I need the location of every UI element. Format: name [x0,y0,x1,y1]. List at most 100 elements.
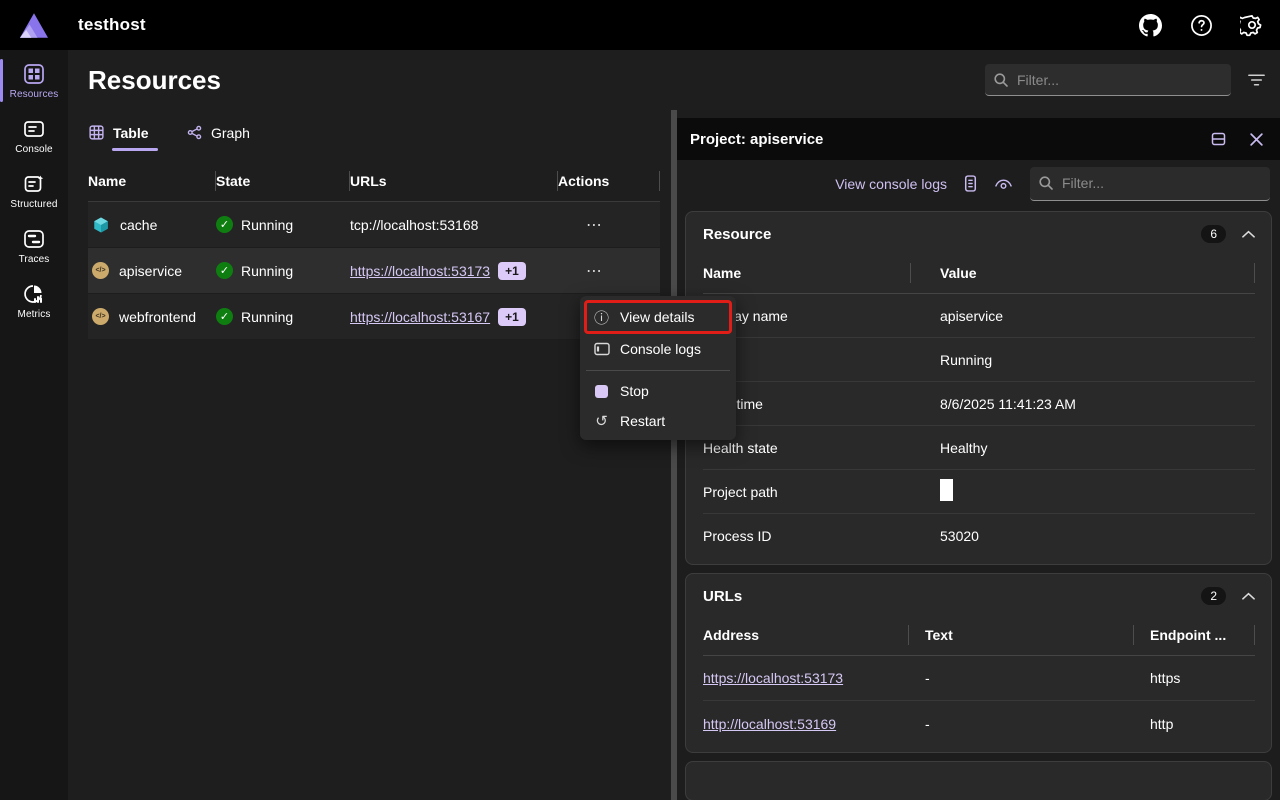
running-check-icon: ✓ [216,308,233,325]
github-icon[interactable] [1138,13,1162,37]
eye-icon[interactable] [994,177,1013,191]
property-name: Health state [703,440,927,456]
menu-item-stop[interactable]: Stop [584,376,732,406]
more-urls-badge[interactable]: +1 [498,308,526,326]
menu-item-view-details[interactable]: ⓘView details [584,300,732,334]
details-filter-input[interactable] [1062,175,1262,191]
details-toolbar: View console logs [677,160,1280,207]
property-row: Process ID 53020 [703,514,1255,558]
url-address-link[interactable]: https://localhost:53173 [703,670,843,686]
view-console-logs-link[interactable]: View console logs [835,176,947,192]
split-panel-icon[interactable] [1210,131,1227,147]
resources-pane: Table Graph Name State URLs Actions cache… [68,110,671,800]
resource-url-link[interactable]: https://localhost:53173 [350,263,490,279]
metrics-icon [22,282,46,306]
sidebar-item-structured[interactable]: Structured [0,166,68,215]
project-code-icon: </> [92,308,109,325]
col-name: Name [88,160,216,201]
resources-table-header: Name State URLs Actions [88,160,660,202]
table-grid-icon [88,124,105,141]
masked-value-block [940,479,953,501]
resource-state: Running [241,263,293,279]
search-icon [993,72,1009,88]
urls-section: URLs 2 Address Text Endpoint ... https:/… [685,573,1272,753]
resource-table-header: Name Value [703,252,1255,294]
document-icon[interactable] [964,175,977,192]
resource-name: webfrontend [119,309,196,325]
chevron-up-icon[interactable] [1242,592,1255,600]
resources-table: Name State URLs Actions cache ✓ Running … [88,160,660,340]
details-filter[interactable] [1030,167,1270,201]
resource-name: cache [120,217,157,233]
details-panel: Project: apiservice View console logs R [677,110,1280,800]
resource-name: apiservice [119,263,182,279]
urls-section-title: URLs [703,588,742,605]
structured-logs-icon [22,172,46,196]
help-icon[interactable] [1189,13,1213,37]
property-name: State [703,352,927,368]
property-name: Project path [703,484,927,500]
property-value: 53020 [940,528,979,544]
sidebar-item-metrics[interactable]: Metrics [0,276,68,325]
url-endpoint: http [1150,716,1255,732]
aspire-logo [0,13,68,38]
url-row: https://localhost:53173 -https [703,656,1255,701]
property-value: apiservice [940,308,1003,324]
filter-funnel-icon[interactable] [1247,72,1266,88]
console-logs-icon [594,342,610,356]
table-row-apiservice[interactable]: </> apiservice ✓ Running https://localho… [88,248,660,294]
col-actions: Actions [558,160,660,201]
url-endpoint: https [1150,670,1255,686]
info-icon: ⓘ [594,307,609,328]
next-section-sliver [685,761,1272,800]
url-text: - [925,670,1150,686]
console-icon [22,117,46,141]
property-name: Process ID [703,528,927,544]
more-urls-badge[interactable]: +1 [498,262,526,280]
search-icon [1038,175,1054,191]
resource-url-link[interactable]: https://localhost:53167 [350,309,490,325]
resources-filter[interactable] [985,64,1231,96]
details-panel-header: Project: apiservice [677,118,1280,160]
property-row: StateRunning [703,338,1255,382]
sidebar-item-resources[interactable]: Resources [0,56,68,105]
resource-state: Running [241,309,293,325]
page-header: Resources [68,50,1280,110]
property-row: Project path [703,470,1255,514]
resource-section-title: Resource [703,226,771,243]
topbar: testhost [0,0,1280,50]
property-name: Start time [703,396,927,412]
stop-icon [595,385,608,398]
table-row-webfrontend[interactable]: </> webfrontend ✓ Running https://localh… [88,294,660,340]
table-row-cache[interactable]: cache ✓ Running tcp://localhost:53168 ⋯ [88,202,660,248]
property-name: Display name [703,308,927,324]
running-check-icon: ✓ [216,262,233,279]
resources-filter-input[interactable] [1017,72,1223,88]
resource-state: Running [241,217,293,233]
url-row: http://localhost:53169 -http [703,701,1255,746]
chevron-up-icon[interactable] [1242,230,1255,238]
resource-url-text: tcp://localhost:53168 [350,217,478,233]
tab-graph[interactable]: Graph [186,124,256,151]
url-text: - [925,716,1150,732]
grid-icon [22,62,46,86]
tab-table[interactable]: Table [88,124,158,151]
close-icon[interactable] [1249,132,1264,147]
urls-count-badge: 2 [1201,587,1226,605]
sidebar-item-traces[interactable]: Traces [0,221,68,270]
menu-item-restart[interactable]: ↺Restart [584,406,732,436]
row-context-menu: ⓘView detailsConsole logs Stop↺Restart [580,296,736,440]
sidebar-item-console[interactable]: Console [0,111,68,160]
row-actions-button[interactable]: ⋯ [558,215,660,235]
row-actions-button[interactable]: ⋯ [558,261,660,281]
restart-icon: ↺ [595,412,608,430]
url-address-link[interactable]: http://localhost:53169 [703,716,836,732]
details-panel-title: Project: apiservice [690,131,823,148]
menu-item-console-logs[interactable]: Console logs [584,334,732,364]
page-title: Resources [88,65,221,96]
property-value: 8/6/2025 11:41:23 AM [940,396,1076,412]
property-row: Start time 8/6/2025 11:41:23 AM [703,382,1255,426]
app-title: testhost [78,15,146,35]
settings-gear-icon[interactable] [1240,13,1264,37]
resource-section: Resource 6 Name Value Display nameapiser… [685,211,1272,565]
